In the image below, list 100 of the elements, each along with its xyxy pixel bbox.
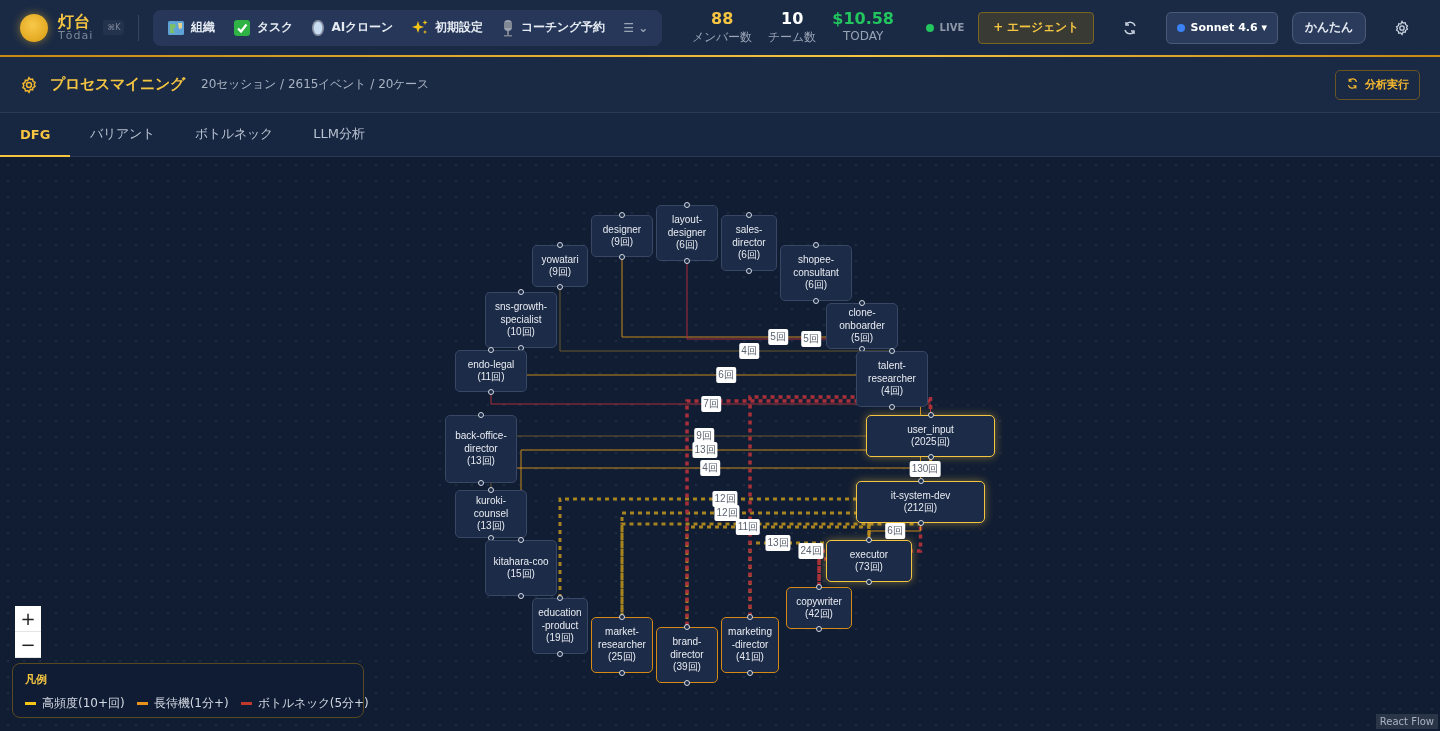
node-handle[interactable] (684, 624, 690, 630)
model-select[interactable]: Sonnet 4.6 ▾ (1166, 11, 1278, 44)
node-handle[interactable] (557, 284, 563, 290)
node-handle[interactable] (488, 389, 494, 395)
node-label: kuroki-counsel (472, 495, 510, 521)
check-icon (233, 18, 252, 37)
edge-label: 4回 (700, 460, 720, 476)
process-node[interactable]: talent-researcher (4回) (856, 351, 928, 407)
node-handle[interactable] (619, 614, 625, 620)
live-label: LIVE (939, 22, 965, 33)
nav-item[interactable]: タスク (225, 14, 302, 41)
run-analysis-button[interactable]: 分析実行 (1335, 69, 1420, 100)
node-handle[interactable] (859, 300, 865, 306)
node-handle[interactable] (889, 404, 895, 410)
node-label: shopee-consultant (792, 254, 840, 280)
page-title: プロセスマイニング (50, 75, 185, 94)
process-node[interactable]: market-researcher (25回) (591, 617, 653, 673)
edge-label: 13回 (692, 442, 718, 458)
tab[interactable]: LLM分析 (293, 113, 386, 157)
node-count: (10回) (507, 326, 535, 339)
node-handle[interactable] (557, 595, 563, 601)
node-count: (13回) (477, 520, 505, 533)
node-count: (39回) (673, 661, 701, 674)
node-label: market-researcher (597, 626, 647, 652)
nav-item[interactable]: 組織 (159, 14, 224, 41)
node-handle[interactable] (927, 454, 934, 460)
node-count: (42回) (805, 608, 833, 621)
node-handle[interactable] (813, 242, 819, 248)
node-handle[interactable] (684, 680, 690, 686)
process-node[interactable]: kuroki-counsel (13回) (455, 490, 527, 538)
node-label: back-office-director (454, 430, 508, 456)
node-handle[interactable] (518, 593, 524, 599)
tab[interactable]: ボトルネック (175, 113, 294, 157)
node-handle[interactable] (917, 520, 924, 526)
process-node[interactable]: user_input (2025回) (866, 415, 995, 457)
node-handle[interactable] (684, 202, 690, 208)
process-node[interactable]: yowatari (9回) (532, 245, 588, 287)
process-node[interactable]: shopee-consultant (6回) (780, 245, 852, 301)
node-handle[interactable] (816, 626, 822, 632)
process-node[interactable]: brand-director (39回) (656, 627, 718, 683)
node-label: yowatari (541, 253, 579, 266)
process-node[interactable]: designer (9回) (591, 215, 653, 257)
node-count: (11回) (477, 371, 505, 384)
node-handle[interactable] (866, 537, 872, 543)
node-handle[interactable] (478, 412, 484, 418)
node-label: kitahara-coo (493, 555, 549, 568)
process-node[interactable]: marketing-director (41回) (721, 617, 779, 673)
node-count: (5回) (850, 332, 874, 345)
node-handle[interactable] (619, 254, 625, 260)
node-handle[interactable] (746, 268, 752, 274)
shortcut-badge[interactable]: ⌘K (103, 20, 125, 35)
node-handle[interactable] (746, 212, 752, 218)
legend-title: 凡例 (25, 672, 48, 687)
node-handle[interactable] (917, 478, 924, 484)
node-handle[interactable] (747, 614, 753, 620)
process-node[interactable]: back-office-director (13回) (445, 415, 517, 483)
process-node[interactable]: endo-legal (11回) (455, 350, 527, 392)
mode-button[interactable]: かんたん (1292, 11, 1366, 44)
node-handle[interactable] (816, 584, 822, 590)
node-handle[interactable] (684, 258, 690, 264)
node-handle[interactable] (557, 242, 563, 248)
node-handle[interactable] (866, 579, 872, 585)
process-node[interactable]: executor (73回) (826, 540, 912, 582)
process-node[interactable]: it-system-dev (212回) (856, 481, 985, 523)
node-handle[interactable] (889, 348, 895, 354)
stat-label: メンバー数 (692, 28, 753, 46)
node-handle[interactable] (518, 537, 524, 543)
more-menu-button[interactable]: ☰ ⌄ (615, 16, 657, 39)
process-node[interactable]: education-product (19回) (532, 598, 588, 654)
node-label: brand-director (669, 636, 705, 662)
process-node[interactable]: layout-designer (6回) (656, 205, 718, 261)
process-node[interactable]: clone-onboarder (5回) (826, 303, 898, 349)
stat-value: 10 (781, 9, 804, 29)
edge-label: 6回 (716, 367, 736, 383)
process-node[interactable]: sales-director (6回) (721, 215, 777, 271)
node-handle[interactable] (557, 651, 563, 657)
add-agent-button[interactable]: + エージェント (978, 11, 1095, 44)
node-label: executor (849, 548, 889, 561)
nav-item[interactable]: AIクローン (303, 14, 402, 41)
node-handle[interactable] (619, 670, 625, 676)
node-handle[interactable] (927, 412, 934, 418)
node-count: (19回) (546, 632, 574, 645)
node-handle[interactable] (747, 670, 753, 676)
tab[interactable]: バリアント (70, 113, 176, 157)
legend-label: ボトルネック(5分+) (257, 695, 369, 712)
node-handle[interactable] (619, 212, 625, 218)
logo-icon (20, 13, 48, 42)
node-label: sns-growth-specialist (493, 301, 549, 327)
node-handle[interactable] (488, 347, 494, 353)
process-node[interactable]: sns-growth-specialist (10回) (485, 292, 557, 348)
node-count: (2025回) (911, 436, 950, 449)
process-node[interactable]: kitahara-coo (15回) (485, 540, 557, 596)
node-handle[interactable] (518, 289, 524, 295)
summary-text: 20セッション / 2615イベント / 20ケース (201, 76, 430, 93)
nav-item[interactable]: 初期設定 (403, 14, 492, 41)
nav-item[interactable]: コーチング予約 (493, 14, 614, 41)
node-handle[interactable] (813, 298, 819, 304)
attribution-link[interactable]: React Flow (1375, 714, 1438, 729)
process-node[interactable]: copywriter (42回) (786, 587, 852, 629)
edge-label: 12回 (712, 491, 738, 507)
